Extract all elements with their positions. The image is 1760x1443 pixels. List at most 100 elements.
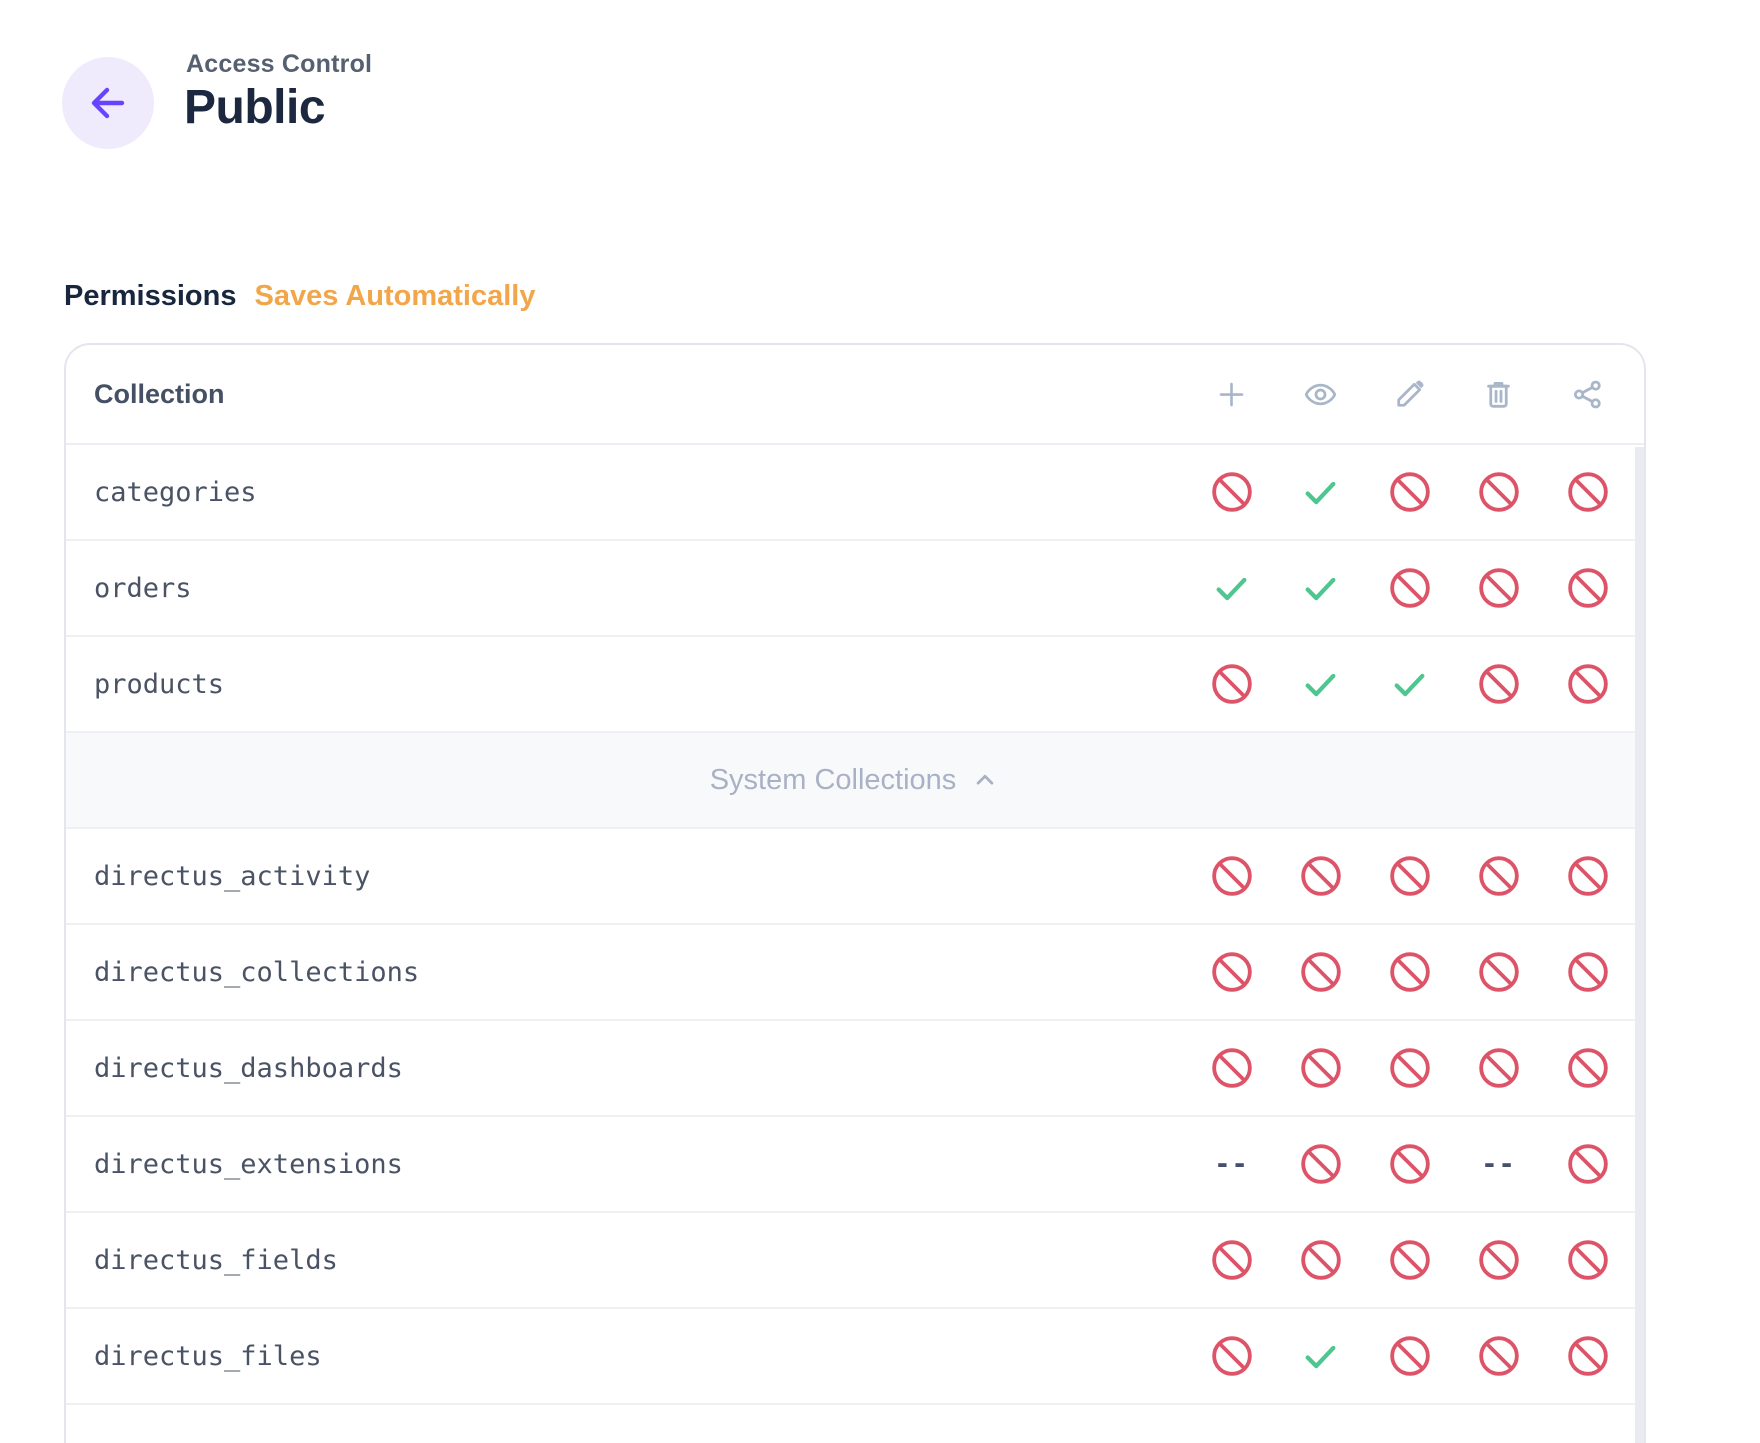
permission-update-toggle[interactable] xyxy=(1365,1237,1454,1283)
permission-create-toggle[interactable]: -- xyxy=(1187,1141,1276,1187)
block-icon xyxy=(1298,1141,1344,1187)
permission-delete-toggle[interactable] xyxy=(1454,1045,1543,1091)
permission-create-toggle[interactable] xyxy=(1187,1045,1276,1091)
permission-update-toggle[interactable] xyxy=(1365,1333,1454,1379)
check-icon xyxy=(1300,1336,1341,1377)
check-icon xyxy=(1300,472,1341,513)
action-column-headers xyxy=(1187,377,1632,412)
block-icon xyxy=(1209,469,1255,515)
block-icon xyxy=(1565,469,1611,515)
permission-create-toggle[interactable] xyxy=(1187,1237,1276,1283)
permission-delete-toggle[interactable] xyxy=(1454,565,1543,611)
section-heading: PermissionsSaves Automatically xyxy=(64,280,535,313)
column-header-update xyxy=(1365,377,1454,412)
block-icon xyxy=(1476,661,1522,707)
trash-icon xyxy=(1481,377,1516,412)
permission-delete-toggle[interactable] xyxy=(1454,853,1543,899)
permission-create-toggle[interactable] xyxy=(1187,565,1276,611)
permission-update-toggle[interactable] xyxy=(1365,949,1454,995)
table-row[interactable]: directus_dashboards xyxy=(66,1021,1644,1117)
block-icon xyxy=(1298,1045,1344,1091)
permission-delete-toggle[interactable] xyxy=(1454,1237,1543,1283)
permission-create-toggle[interactable] xyxy=(1187,661,1276,707)
permission-create-toggle[interactable] xyxy=(1187,949,1276,995)
permission-read-toggle[interactable] xyxy=(1276,1333,1365,1379)
table-row[interactable]: products xyxy=(66,637,1644,733)
block-icon xyxy=(1387,1333,1433,1379)
block-icon xyxy=(1476,853,1522,899)
table-row[interactable]: categories xyxy=(66,445,1644,541)
permission-create-toggle[interactable] xyxy=(1187,853,1276,899)
table-row[interactable]: directus_fields xyxy=(66,1213,1644,1309)
permission-create-toggle[interactable] xyxy=(1187,469,1276,515)
table-row[interactable]: directus_activity xyxy=(66,829,1644,925)
permission-delete-toggle[interactable] xyxy=(1454,661,1543,707)
table-row[interactable]: orders xyxy=(66,541,1644,637)
permission-delete-toggle[interactable] xyxy=(1454,1333,1543,1379)
permission-share-toggle[interactable] xyxy=(1543,469,1632,515)
autosave-status: Saves Automatically xyxy=(254,280,535,312)
permission-read-toggle[interactable] xyxy=(1276,853,1365,899)
permission-read-toggle[interactable] xyxy=(1276,949,1365,995)
block-icon xyxy=(1476,565,1522,611)
pencil-icon xyxy=(1392,377,1427,412)
block-icon xyxy=(1387,469,1433,515)
permissions-table: Collection categoriesordersproducts Syst… xyxy=(64,343,1646,1443)
permission-update-toggle[interactable] xyxy=(1365,565,1454,611)
block-icon xyxy=(1476,1237,1522,1283)
block-icon xyxy=(1565,1141,1611,1187)
permission-delete-toggle[interactable] xyxy=(1454,949,1543,995)
permission-share-toggle[interactable] xyxy=(1543,1333,1632,1379)
table-row[interactable]: directus_files xyxy=(66,1309,1644,1405)
permission-share-toggle[interactable] xyxy=(1543,661,1632,707)
permission-read-toggle[interactable] xyxy=(1276,661,1365,707)
block-icon xyxy=(1476,1045,1522,1091)
block-icon xyxy=(1565,565,1611,611)
collection-name: directus_fields xyxy=(94,1245,338,1276)
table-header-row: Collection xyxy=(66,345,1644,445)
chevron-up-icon xyxy=(970,765,1000,795)
block-icon xyxy=(1387,1045,1433,1091)
block-icon xyxy=(1565,1045,1611,1091)
permission-read-toggle[interactable] xyxy=(1276,1141,1365,1187)
block-icon xyxy=(1298,949,1344,995)
page-title: Public xyxy=(184,80,325,135)
block-icon xyxy=(1387,1141,1433,1187)
permission-delete-toggle[interactable]: -- xyxy=(1454,1141,1543,1187)
permission-share-toggle[interactable] xyxy=(1543,949,1632,995)
scrollbar[interactable] xyxy=(1635,447,1644,1443)
block-icon xyxy=(1476,1333,1522,1379)
permission-share-toggle[interactable] xyxy=(1543,1141,1632,1187)
table-row[interactable]: directus_collections xyxy=(66,925,1644,1021)
system-collections-toggle[interactable]: System Collections xyxy=(66,733,1644,829)
permission-read-toggle[interactable] xyxy=(1276,565,1365,611)
permission-share-toggle[interactable] xyxy=(1543,565,1632,611)
table-row[interactable]: directus_extensions -- -- xyxy=(66,1117,1644,1213)
permission-read-toggle[interactable] xyxy=(1276,1045,1365,1091)
table-row-partial xyxy=(66,1405,1644,1421)
back-button[interactable] xyxy=(62,57,154,149)
column-header-create xyxy=(1187,377,1276,412)
block-icon xyxy=(1209,1237,1255,1283)
collection-name: directus_files xyxy=(94,1341,322,1372)
permission-update-toggle[interactable] xyxy=(1365,661,1454,707)
permission-share-toggle[interactable] xyxy=(1543,1045,1632,1091)
collection-name: directus_collections xyxy=(94,957,419,988)
permission-update-toggle[interactable] xyxy=(1365,1045,1454,1091)
block-icon xyxy=(1387,565,1433,611)
system-collections-label: System Collections xyxy=(710,764,957,797)
permission-share-toggle[interactable] xyxy=(1543,1237,1632,1283)
block-icon xyxy=(1209,853,1255,899)
permission-update-toggle[interactable] xyxy=(1365,1141,1454,1187)
permission-update-toggle[interactable] xyxy=(1365,853,1454,899)
permission-read-toggle[interactable] xyxy=(1276,469,1365,515)
collection-name: directus_extensions xyxy=(94,1149,403,1180)
permission-read-toggle[interactable] xyxy=(1276,1237,1365,1283)
permission-delete-toggle[interactable] xyxy=(1454,469,1543,515)
permission-update-toggle[interactable] xyxy=(1365,469,1454,515)
permission-share-toggle[interactable] xyxy=(1543,853,1632,899)
check-icon xyxy=(1211,568,1252,609)
permission-create-toggle[interactable] xyxy=(1187,1333,1276,1379)
block-icon xyxy=(1298,1237,1344,1283)
block-icon xyxy=(1565,1333,1611,1379)
